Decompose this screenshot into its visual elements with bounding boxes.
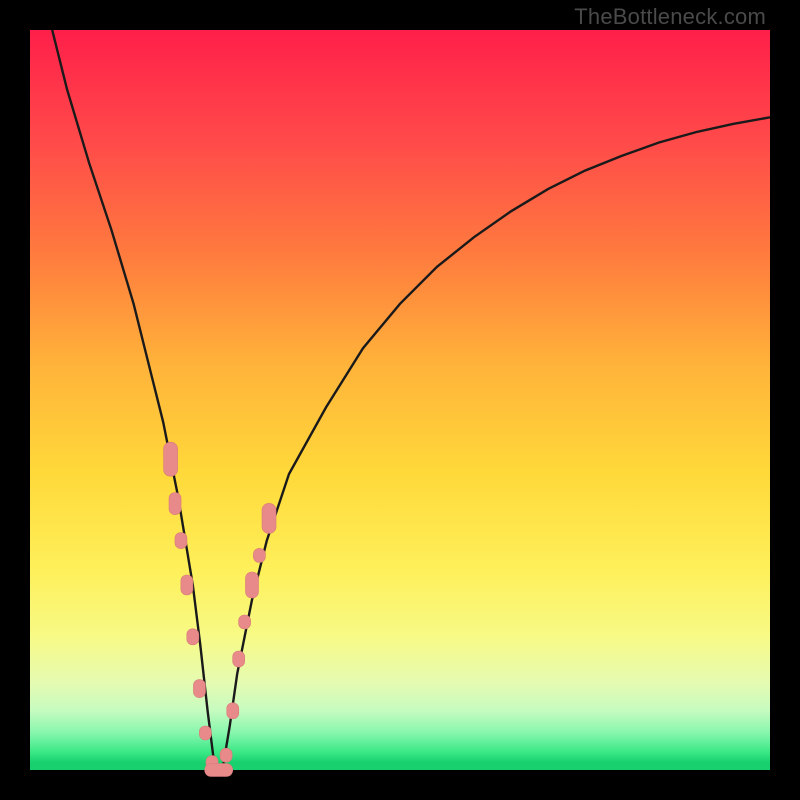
curve-marker [199,726,211,740]
chart-frame: TheBottleneck.com [0,0,800,800]
curve-marker [164,442,178,476]
curve-marker [193,680,205,698]
curve-marker [181,575,193,595]
curve-marker [175,533,187,549]
curve-marker [253,548,265,562]
curve-marker [262,503,276,533]
curve-marker [239,615,251,629]
bottleneck-curve-svg [30,30,770,770]
curve-marker [227,703,239,719]
watermark-text: TheBottleneck.com [574,4,766,30]
curve-marker [233,651,245,667]
curve-marker [205,764,233,777]
curve-marker [220,748,232,762]
marker-layer [164,442,276,776]
plot-area [30,30,770,770]
curve-marker [187,629,199,645]
bottleneck-curve-path [52,30,770,770]
curve-marker [246,572,259,598]
curve-marker [169,493,181,515]
